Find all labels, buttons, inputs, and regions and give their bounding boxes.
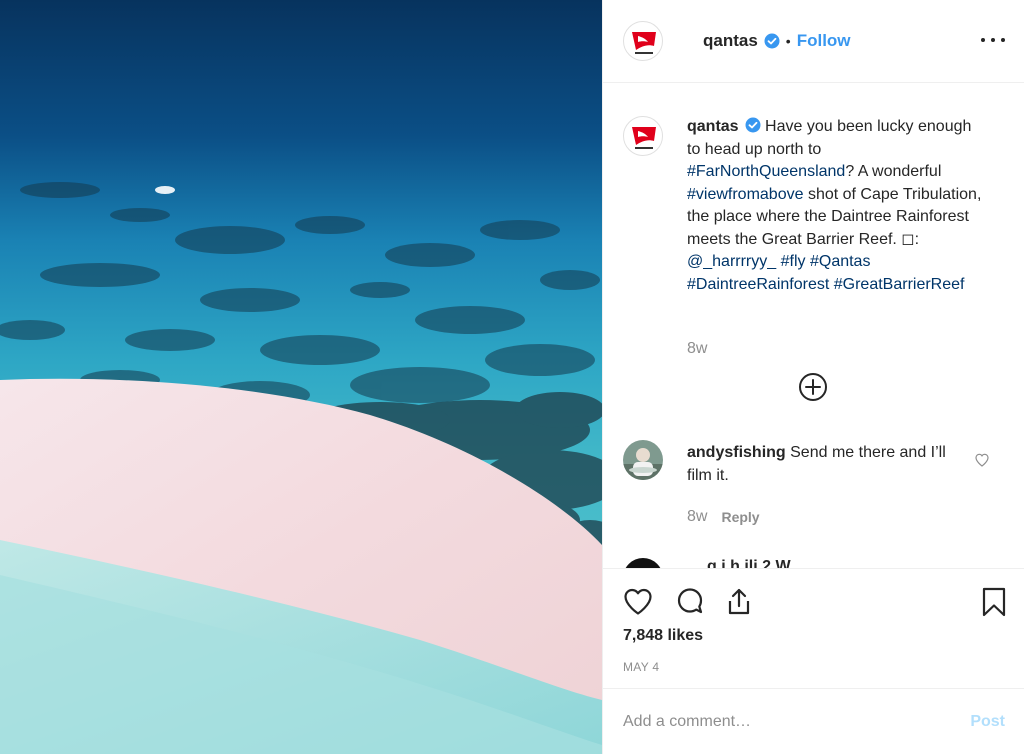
aerial-reef-photo [0, 0, 602, 754]
add-comment-section: Post [603, 688, 1024, 754]
hashtag-link[interactable]: #fly [781, 253, 806, 270]
qantas-logo-icon [632, 32, 656, 54]
hashtag-link[interactable]: #Qantas [810, 253, 870, 270]
qantas-logo-icon [632, 127, 656, 149]
share-icon[interactable] [722, 585, 756, 619]
post-header: qantas • Follow [603, 0, 1024, 83]
andysfishing-avatar[interactable] [623, 440, 663, 480]
comment-heart-icon[interactable] [974, 452, 990, 468]
caption-text-part: ? A wonderful [845, 163, 942, 180]
post-sidebar: qantas • Follow qantas Have you been luc… [602, 0, 1024, 754]
follow-button[interactable]: Follow [797, 31, 851, 51]
likes-count[interactable]: 7,848 likes [623, 627, 703, 645]
more-options-icon[interactable] [981, 28, 1005, 52]
qantas-avatar[interactable] [623, 21, 663, 61]
hashtag-link[interactable]: #DaintreeRainforest [687, 276, 829, 293]
reply-button[interactable]: Reply [721, 509, 759, 525]
verified-badge-icon [745, 117, 761, 133]
comment-input[interactable] [623, 707, 943, 737]
post-comment-button[interactable]: Post [970, 713, 1005, 731]
verified-badge-icon [764, 33, 780, 49]
caption-username[interactable]: qantas [687, 118, 739, 135]
hashtag-link[interactable]: #GreatBarrierReef [834, 276, 965, 293]
post-photo[interactable] [0, 0, 602, 754]
post-caption: qantas Have you been lucky enough to hea… [623, 116, 1013, 296]
separator-dot: • [785, 33, 791, 49]
comment-bubble-icon[interactable] [673, 585, 707, 619]
caption-text: qantas Have you been lucky enough to hea… [687, 116, 987, 296]
comment-text: andysfishing Send me there and I’ll film… [687, 442, 969, 487]
partial-comment-item: q i h ili 2 W [623, 556, 1003, 568]
caption-timestamp[interactable]: 8w [687, 340, 707, 358]
header-username[interactable]: qantas [703, 31, 758, 51]
heart-icon[interactable] [621, 585, 655, 619]
partial-comment-avatar[interactable] [623, 558, 663, 568]
post-date[interactable]: MAY 4 [623, 660, 659, 674]
bookmark-icon[interactable] [977, 585, 1011, 619]
caption-avatar[interactable] [623, 116, 663, 156]
plus-circle-icon[interactable] [798, 372, 828, 402]
comments-scroll-area[interactable]: qantas Have you been lucky enough to hea… [603, 84, 1024, 568]
partial-comment-text: q i h ili 2 W [707, 558, 791, 568]
hashtag-link[interactable]: #FarNorthQueensland [687, 163, 845, 180]
mention-link[interactable]: @_harrrryy_ [687, 253, 776, 270]
post-actions: 7,848 likes MAY 4 [603, 568, 1024, 688]
hashtag-link[interactable]: #viewfromabove [687, 186, 804, 203]
comment-username[interactable]: andysfishing [687, 444, 786, 461]
comment-meta: 8w Reply [687, 508, 760, 526]
comment-timestamp[interactable]: 8w [687, 508, 707, 526]
